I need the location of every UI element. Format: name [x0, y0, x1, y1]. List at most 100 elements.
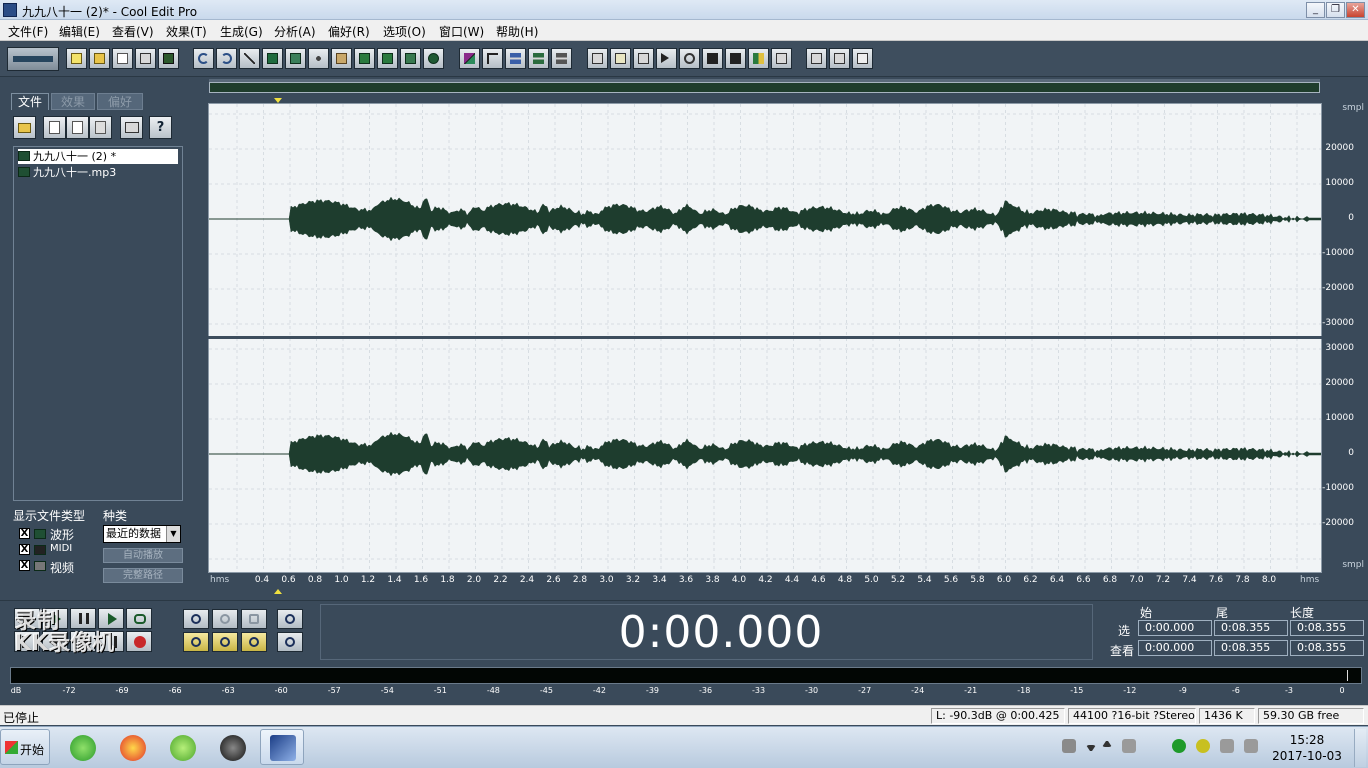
file-item[interactable]: 九九八十一.mp3: [18, 165, 178, 180]
zoom-right-button[interactable]: [241, 632, 267, 652]
zoom-left-button[interactable]: [183, 632, 209, 652]
tray-language-icon[interactable]: [1244, 739, 1258, 753]
type-waveform-checkbox[interactable]: X: [19, 528, 30, 539]
open-file-button[interactable]: [89, 48, 110, 69]
system-clock[interactable]: 15:28 2017-10-03: [1272, 732, 1342, 764]
multitrack-toggle-button[interactable]: [7, 47, 59, 71]
play-list-button[interactable]: [633, 48, 654, 69]
envelope-button[interactable]: [459, 48, 480, 69]
selection-begin-field[interactable]: 0:00.000: [1138, 620, 1212, 636]
markers-button[interactable]: [748, 48, 769, 69]
copy-button[interactable]: [285, 48, 306, 69]
paste-new-button[interactable]: [354, 48, 375, 69]
menu-favorites[interactable]: 偏好(R): [328, 23, 370, 40]
menu-view[interactable]: 查看(V): [112, 23, 154, 40]
menu-generate[interactable]: 生成(G): [220, 23, 263, 40]
type-video-label: 视频: [50, 561, 75, 575]
full-path-button[interactable]: 完整路径: [103, 568, 183, 583]
view-begin-field[interactable]: 0:00.000: [1138, 640, 1212, 656]
menu-edit[interactable]: 编辑(E): [59, 23, 100, 40]
taskbar-app-browser[interactable]: [60, 729, 104, 765]
redo-button[interactable]: [216, 48, 237, 69]
undo-button[interactable]: [193, 48, 214, 69]
record-button[interactable]: [126, 631, 152, 652]
copy-new-button[interactable]: [262, 48, 283, 69]
save-as-button[interactable]: [135, 48, 156, 69]
auto-play-button[interactable]: 自动播放: [103, 548, 183, 563]
info-button[interactable]: [725, 48, 746, 69]
menu-help[interactable]: 帮助(H): [496, 23, 538, 40]
display-button[interactable]: [771, 48, 792, 69]
save-button[interactable]: [158, 48, 179, 69]
selection-end-field[interactable]: 0:08.355: [1214, 620, 1288, 636]
close-file-button[interactable]: [43, 116, 66, 139]
paste-button[interactable]: [331, 48, 352, 69]
zoom-selection-button[interactable]: [212, 632, 238, 652]
menu-file[interactable]: 文件(F): [8, 23, 48, 40]
zoom-in-vertical-button[interactable]: [277, 609, 303, 629]
overview-bar[interactable]: [209, 82, 1320, 93]
show-hidden-icons[interactable]: [1102, 741, 1112, 747]
end-marker-icon[interactable]: [274, 589, 282, 594]
view-end-field[interactable]: 0:08.355: [1214, 640, 1288, 656]
insert-multitrack-button[interactable]: [66, 116, 89, 139]
minimize-button[interactable]: _: [1306, 2, 1325, 18]
spectral-view-button[interactable]: [505, 48, 526, 69]
tab-favorites[interactable]: 偏好: [97, 93, 143, 110]
zoom-in-horizontal-button[interactable]: [183, 609, 209, 629]
scan-button[interactable]: [679, 48, 700, 69]
trim-button[interactable]: [400, 48, 421, 69]
tab-effects[interactable]: 效果: [51, 93, 95, 110]
edit-file-button[interactable]: [89, 116, 112, 139]
type-video-checkbox[interactable]: X: [19, 560, 30, 571]
close-button[interactable]: ✕: [1346, 2, 1365, 18]
mix-paste-button[interactable]: [377, 48, 398, 69]
tray-update-icon[interactable]: [1172, 739, 1186, 753]
tray-network-icon[interactable]: [1062, 739, 1076, 753]
taskbar-app-security[interactable]: [110, 729, 154, 765]
play-button[interactable]: [656, 48, 677, 69]
repeat-button[interactable]: [239, 48, 260, 69]
help-question-button[interactable]: ?: [149, 116, 172, 139]
tray-volume-icon[interactable]: [1220, 739, 1234, 753]
type-midi-checkbox[interactable]: X: [19, 544, 30, 555]
batch-button[interactable]: [806, 48, 827, 69]
file-item[interactable]: 九九八十一 (2) *: [18, 149, 178, 164]
tray-shield-icon[interactable]: [1196, 739, 1210, 753]
tray-menu-icon[interactable]: [1086, 745, 1096, 751]
properties-button[interactable]: [829, 48, 850, 69]
cue-list-button[interactable]: [610, 48, 631, 69]
waveform-view-button[interactable]: [551, 48, 572, 69]
menu-analyze[interactable]: 分析(A): [274, 23, 316, 40]
selection-length-field[interactable]: 0:08.355: [1290, 620, 1364, 636]
waveform-icon: [556, 53, 567, 64]
tray-device-icon[interactable]: [1122, 739, 1136, 753]
menu-effects[interactable]: 效果(T): [166, 23, 207, 40]
settings-button[interactable]: [587, 48, 608, 69]
loop-button[interactable]: [126, 608, 152, 629]
menu-window[interactable]: 窗口(W): [439, 23, 484, 40]
cut-button[interactable]: [308, 48, 329, 69]
open-file-button[interactable]: [13, 116, 36, 139]
category-select[interactable]: 最近的数据 ▼: [103, 525, 181, 543]
find-button[interactable]: [423, 48, 444, 69]
maximize-button[interactable]: ❐: [1326, 2, 1345, 18]
zoom-full-button[interactable]: [241, 609, 267, 629]
show-desktop-button[interactable]: [1354, 729, 1366, 767]
start-button[interactable]: 开始: [0, 729, 50, 765]
time-button[interactable]: [702, 48, 723, 69]
tab-files[interactable]: 文件: [11, 93, 49, 110]
taskbar-app-recorder[interactable]: [210, 729, 254, 765]
menu-options[interactable]: 选项(O): [383, 23, 426, 40]
options-button[interactable]: [120, 116, 143, 139]
taskbar-app-cool-edit[interactable]: [260, 729, 304, 765]
channel-view-button[interactable]: [528, 48, 549, 69]
close-file-button[interactable]: [112, 48, 133, 69]
new-file-button[interactable]: [66, 48, 87, 69]
taskbar-app-clover[interactable]: [160, 729, 204, 765]
view-length-field[interactable]: 0:08.355: [1290, 640, 1364, 656]
zoom-out-horizontal-button[interactable]: [212, 609, 238, 629]
cursor-button[interactable]: [482, 48, 503, 69]
help-button[interactable]: [852, 48, 873, 69]
zoom-out-vertical-button[interactable]: [277, 632, 303, 652]
